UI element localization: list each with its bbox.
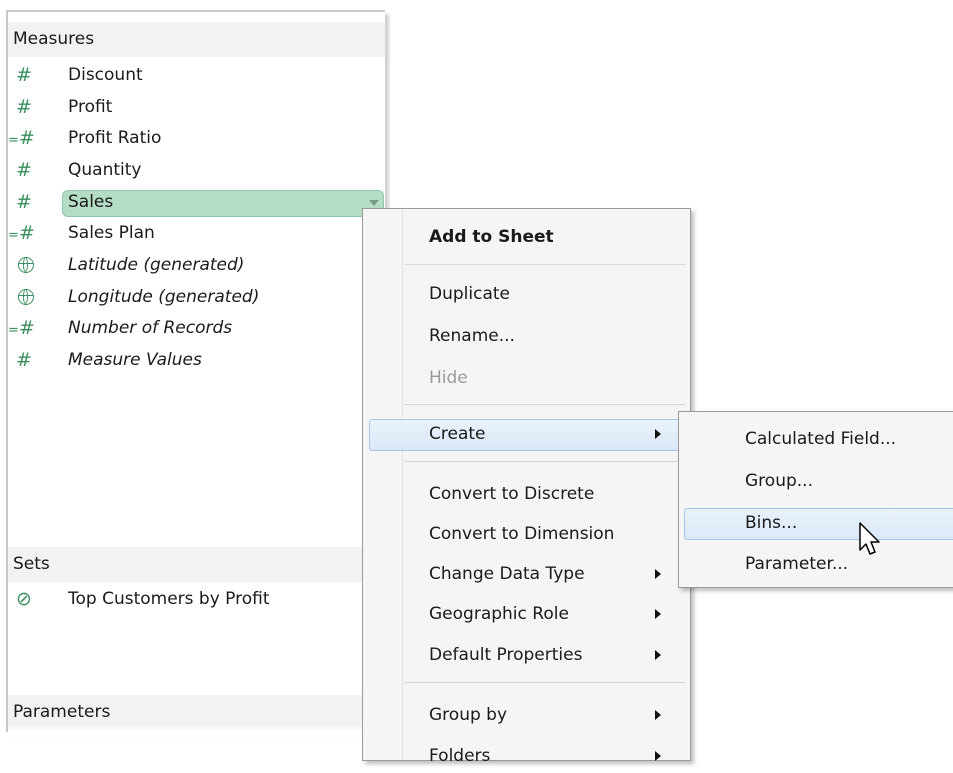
menu-item-label: Change Data Type bbox=[429, 564, 585, 584]
field-label: Longitude (generated) bbox=[68, 287, 260, 307]
number-icon: # bbox=[16, 349, 32, 371]
number-icon: # bbox=[16, 96, 32, 118]
set-label: Top Customers by Profit bbox=[68, 589, 270, 609]
create-submenu: Calculated Field... Group... Bins... Par… bbox=[678, 411, 953, 588]
field-sales[interactable]: # Sales bbox=[8, 187, 388, 218]
menu-item-label: Hide bbox=[429, 368, 468, 388]
field-label: Sales bbox=[68, 192, 114, 212]
submenu-item-calculated-field[interactable]: Calculated Field... bbox=[679, 422, 953, 456]
field-label: Profit bbox=[68, 97, 113, 117]
context-menu: Add to Sheet Duplicate Rename... Hide Cr… bbox=[362, 208, 691, 766]
submenu-arrow-icon bbox=[655, 609, 661, 619]
menu-item-label: Calculated Field... bbox=[745, 429, 897, 449]
menu-item-group-by[interactable]: Group by bbox=[363, 698, 690, 732]
menu-separator bbox=[405, 404, 685, 405]
menu-item-duplicate[interactable]: Duplicate bbox=[363, 277, 690, 311]
number-icon: # bbox=[16, 159, 32, 181]
menu-item-convert-to-discrete[interactable]: Convert to Discrete bbox=[363, 477, 690, 511]
submenu-arrow-icon bbox=[655, 650, 661, 660]
globe-icon bbox=[18, 257, 34, 273]
submenu-item-group[interactable]: Group... bbox=[679, 464, 953, 498]
calculated-number-icon: =# bbox=[8, 127, 35, 149]
menu-item-label: Duplicate bbox=[429, 284, 510, 304]
menu-item-label: Parameter... bbox=[745, 554, 849, 574]
field-number-of-records[interactable]: =# Number of Records bbox=[8, 313, 388, 344]
menu-item-add-to-sheet[interactable]: Add to Sheet bbox=[363, 220, 690, 254]
highlight-bg bbox=[684, 508, 953, 540]
submenu-arrow-icon bbox=[655, 569, 661, 579]
sets-header: Sets bbox=[8, 547, 385, 582]
menu-item-label: Geographic Role bbox=[429, 604, 569, 624]
menu-item-label: Add to Sheet bbox=[429, 227, 554, 247]
menu-item-change-data-type[interactable]: Change Data Type bbox=[363, 557, 690, 591]
menu-item-label: Bins... bbox=[745, 513, 798, 533]
mouse-cursor-icon bbox=[859, 522, 880, 555]
menu-item-geographic-role[interactable]: Geographic Role bbox=[363, 597, 690, 631]
menu-separator bbox=[405, 264, 685, 265]
field-profit-ratio[interactable]: =# Profit Ratio bbox=[8, 123, 388, 154]
menu-item-label: Folders bbox=[429, 746, 491, 766]
menu-item-label: Convert to Dimension bbox=[429, 524, 615, 544]
field-longitude[interactable]: Longitude (generated) bbox=[8, 282, 388, 313]
submenu-item-bins[interactable]: Bins... bbox=[679, 506, 953, 540]
field-sales-plan[interactable]: =# Sales Plan bbox=[8, 218, 388, 249]
field-label: Number of Records bbox=[68, 318, 233, 338]
field-label: Profit Ratio bbox=[68, 128, 162, 148]
measures-header: Measures bbox=[8, 22, 385, 57]
set-top-customers[interactable]: ⊘ Top Customers by Profit bbox=[8, 584, 388, 615]
number-icon: # bbox=[16, 64, 32, 86]
set-icon: ⊘ bbox=[16, 588, 32, 610]
calculated-number-icon: =# bbox=[8, 317, 35, 339]
menu-item-rename[interactable]: Rename... bbox=[363, 319, 690, 353]
menu-item-label: Default Properties bbox=[429, 645, 583, 665]
torn-edge bbox=[8, 724, 385, 738]
field-label: Discount bbox=[68, 65, 143, 85]
submenu-arrow-icon bbox=[655, 429, 661, 439]
submenu-item-parameter[interactable]: Parameter... bbox=[679, 547, 953, 581]
field-profit[interactable]: # Profit bbox=[8, 92, 388, 123]
menu-item-label: Rename... bbox=[429, 326, 515, 346]
menu-separator bbox=[405, 461, 685, 462]
data-pane: Measures # Discount # Profit =# Profit R… bbox=[6, 10, 388, 738]
submenu-arrow-icon bbox=[655, 710, 661, 720]
menu-item-label: Group... bbox=[745, 471, 813, 491]
field-label: Sales Plan bbox=[68, 223, 155, 243]
calculated-number-icon: =# bbox=[8, 222, 35, 244]
menu-item-label: Group by bbox=[429, 705, 508, 725]
menu-item-folders[interactable]: Folders bbox=[363, 739, 690, 773]
field-label: Quantity bbox=[68, 160, 142, 180]
field-quantity[interactable]: # Quantity bbox=[8, 155, 388, 186]
highlight-bg bbox=[369, 419, 685, 451]
menu-item-hide: Hide bbox=[363, 361, 690, 395]
field-latitude[interactable]: Latitude (generated) bbox=[8, 250, 388, 281]
field-label: Measure Values bbox=[68, 350, 202, 370]
field-measure-values[interactable]: # Measure Values bbox=[8, 345, 388, 376]
menu-item-create[interactable]: Create bbox=[363, 417, 690, 451]
menu-separator bbox=[405, 682, 685, 683]
globe-icon bbox=[18, 289, 34, 305]
field-label: Latitude (generated) bbox=[68, 255, 245, 275]
field-discount[interactable]: # Discount bbox=[8, 60, 388, 91]
dropdown-caret-icon[interactable] bbox=[369, 200, 379, 206]
submenu-arrow-icon bbox=[655, 751, 661, 761]
number-icon: # bbox=[16, 191, 32, 213]
menu-item-label: Create bbox=[429, 424, 486, 444]
menu-item-default-properties[interactable]: Default Properties bbox=[363, 638, 690, 672]
menu-item-label: Convert to Discrete bbox=[429, 484, 595, 504]
menu-item-convert-to-dimension[interactable]: Convert to Dimension bbox=[363, 517, 690, 551]
